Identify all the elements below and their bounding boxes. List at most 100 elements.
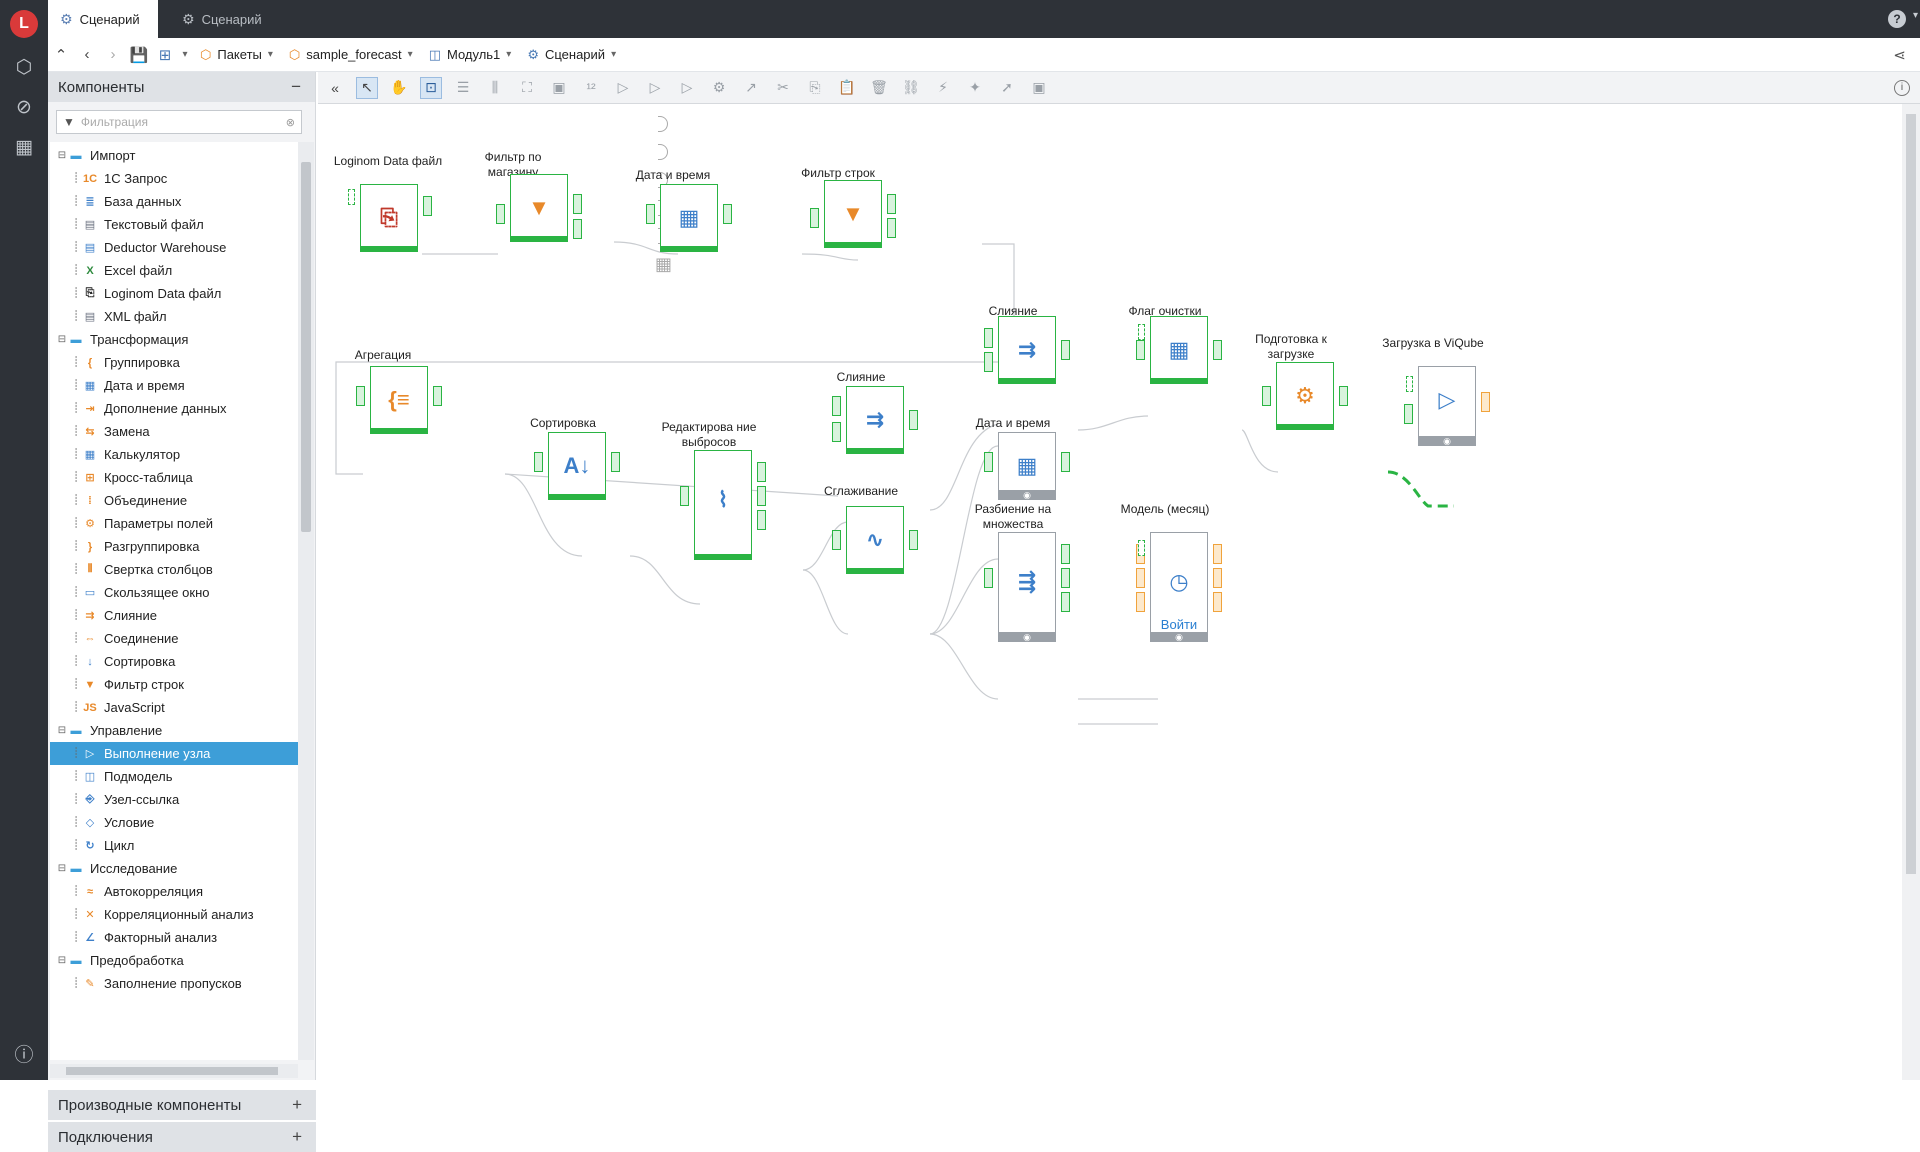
input-port[interactable] <box>534 452 543 472</box>
chevron-down-icon[interactable]: ▾ <box>1913 10 1918 21</box>
output-port[interactable] <box>723 204 732 224</box>
input-port[interactable] <box>984 328 993 348</box>
workflow-node-split[interactable]: ⇶ ◉ <box>998 532 1056 642</box>
output-port[interactable] <box>1061 544 1070 564</box>
workflow-node-merge2[interactable]: ⇉ <box>998 316 1056 384</box>
tree-item[interactable]: ┊ ◇ Условие <box>50 811 298 834</box>
cut-icon[interactable]: ✂ <box>772 77 794 99</box>
group-icon[interactable]: ▣ <box>548 77 570 99</box>
workflow-node-outliers[interactable]: ⌇ <box>694 450 752 560</box>
workflow-node-aggregation[interactable]: {≡ <box>370 366 428 434</box>
align-icon[interactable]: ⫼ <box>484 77 506 99</box>
output-port[interactable] <box>1213 340 1222 360</box>
tree-item[interactable]: ┊ ⎆ Узел-ссылка <box>50 788 298 811</box>
input-port[interactable] <box>984 352 993 372</box>
workflow-node-filter-rows[interactable]: ▼ <box>824 180 882 248</box>
tree-item[interactable]: ┊ ⚙ Параметры полей <box>50 512 298 535</box>
collapse-toggle-icon[interactable]: ⊟ <box>56 725 68 736</box>
tree-item[interactable]: ┊ ⇆ Замена <box>50 420 298 443</box>
paste-icon[interactable]: 📋 <box>836 77 858 99</box>
connections-header[interactable]: Подключения + <box>48 1122 316 1152</box>
gear-icon[interactable]: ⚙ <box>708 77 730 99</box>
tree-item[interactable]: ┊ ▤ Deductor Warehouse <box>50 236 298 259</box>
scrollbar-thumb[interactable] <box>301 162 311 532</box>
compass-icon[interactable]: ⊘ <box>12 96 36 120</box>
delete-icon[interactable]: 🗑 <box>868 77 890 99</box>
pin-icon[interactable]: ➚ <box>996 77 1018 99</box>
fit-icon[interactable]: ⊡ <box>420 76 442 99</box>
workflow-node-filter-shop[interactable]: ▼ <box>510 174 568 242</box>
tree-horizontal-scrollbar[interactable] <box>50 1064 298 1078</box>
tab-scenario-active[interactable]: ⚙ Сценарий <box>48 0 158 38</box>
tree-item[interactable]: ┊ ✎ Заполнение пропусков <box>50 972 298 995</box>
eye-icon[interactable]: ◉ <box>999 490 1055 500</box>
tree-item[interactable]: ┊ JS JavaScript <box>50 696 298 719</box>
output-port[interactable] <box>887 194 896 214</box>
workflow-node-datetime1[interactable]: ▦ <box>660 184 718 252</box>
tree-folder[interactable]: ⊟ ▬ Управление <box>50 719 298 742</box>
workflow-node-model[interactable]: ◷ Войти ◉ <box>1150 532 1208 642</box>
workflow-node-sort[interactable]: A↓ <box>548 432 606 500</box>
tree-item[interactable]: ┊ ↓ Сортировка <box>50 650 298 673</box>
tree-item[interactable]: ┊ 1С 1С Запрос <box>50 167 298 190</box>
eye-icon[interactable]: ◉ <box>1151 632 1207 642</box>
input-port[interactable] <box>1404 404 1413 424</box>
output-port[interactable] <box>1061 568 1070 588</box>
output-port[interactable] <box>887 218 896 238</box>
tree-item[interactable]: ┊ ▼ Фильтр строк <box>50 673 298 696</box>
expand-icon[interactable]: + <box>292 1127 302 1147</box>
workflow-node-datetime2[interactable]: ▦ ◉ <box>998 432 1056 500</box>
input-port[interactable] <box>984 452 993 472</box>
output-port[interactable] <box>433 386 442 406</box>
tree-item[interactable]: ┊ ⎘ Loginom Data файл <box>50 282 298 305</box>
tree-folder[interactable]: ⊟ ▬ Предобработка <box>50 949 298 972</box>
tree-item[interactable]: ┊ ∠ Факторный анализ <box>50 926 298 949</box>
scrollbar-thumb[interactable] <box>66 1067 278 1075</box>
tree-item[interactable]: ┊ ≈ Автокорреляция <box>50 880 298 903</box>
output-port[interactable] <box>757 510 766 530</box>
tree-scrollbar[interactable] <box>298 142 314 1060</box>
input-port[interactable] <box>984 568 993 588</box>
workflow-node-smoothing[interactable]: ∿ <box>846 506 904 574</box>
layout-icon[interactable]: ⛶ <box>516 77 538 99</box>
export-icon[interactable]: ▣ <box>1028 77 1050 99</box>
tree-item[interactable]: ┊ ▭ Скользящее окно <box>50 581 298 604</box>
input-port[interactable] <box>832 422 841 442</box>
workflow-canvas[interactable]: ▦ Loginom Data файл ⎘ Фильтр по магазину ▼ Д… <box>318 104 1902 1080</box>
forward-icon[interactable]: › <box>100 46 126 63</box>
app-logo[interactable]: L <box>10 10 38 38</box>
input-port[interactable] <box>832 396 841 416</box>
eye-icon[interactable]: ◉ <box>1419 436 1475 446</box>
control-port[interactable] <box>348 189 355 205</box>
tree-item[interactable]: ┊ ⇥ Дополнение данных <box>50 397 298 420</box>
input-port[interactable] <box>356 386 365 406</box>
tree-item[interactable]: ┊ ▦ Калькулятор <box>50 443 298 466</box>
output-port[interactable] <box>611 452 620 472</box>
output-port[interactable] <box>757 462 766 482</box>
numbering-icon[interactable]: ¹² <box>580 77 602 99</box>
magic-icon[interactable]: ✦ <box>964 77 986 99</box>
output-port[interactable] <box>1061 592 1070 612</box>
breadcrumb-package[interactable]: ⬡ sample_forecast ▾ <box>281 47 421 63</box>
workflow-node-viqube[interactable]: ▷ ◉ <box>1418 366 1476 446</box>
output-port[interactable] <box>757 486 766 506</box>
filter-input[interactable]: ▼ Фильтрация ⊗ <box>56 110 302 134</box>
tree-folder[interactable]: ⊟ ▬ Трансформация <box>50 328 298 351</box>
output-port[interactable] <box>1213 568 1222 588</box>
tree-item[interactable]: ┊ ✕ Корреляционный анализ <box>50 903 298 926</box>
tree-item[interactable]: ┊ {Группировка <box>50 351 298 374</box>
run-icon[interactable]: ▷ <box>612 77 634 99</box>
cursor-icon[interactable]: ↗ <box>740 77 762 99</box>
collapse-toggle-icon[interactable]: ⊟ <box>56 150 68 161</box>
tree-item[interactable]: ┊ X Excel файл <box>50 259 298 282</box>
components-header[interactable]: Компоненты − <box>48 72 315 102</box>
collapse-toggle-icon[interactable]: ⊟ <box>56 334 68 345</box>
input-port[interactable] <box>646 204 655 224</box>
canvas-scrollbar[interactable] <box>1902 104 1920 1080</box>
input-port[interactable] <box>810 208 819 228</box>
tree-item[interactable]: ┊ ⇉ Слияние <box>50 604 298 627</box>
output-port[interactable] <box>909 410 918 430</box>
workflow-node-prepare[interactable]: ⚙ <box>1276 362 1334 430</box>
tree-item[interactable]: ┊ ⇔ Соединение <box>50 627 298 650</box>
info-icon[interactable]: ⓘ <box>12 1044 36 1068</box>
